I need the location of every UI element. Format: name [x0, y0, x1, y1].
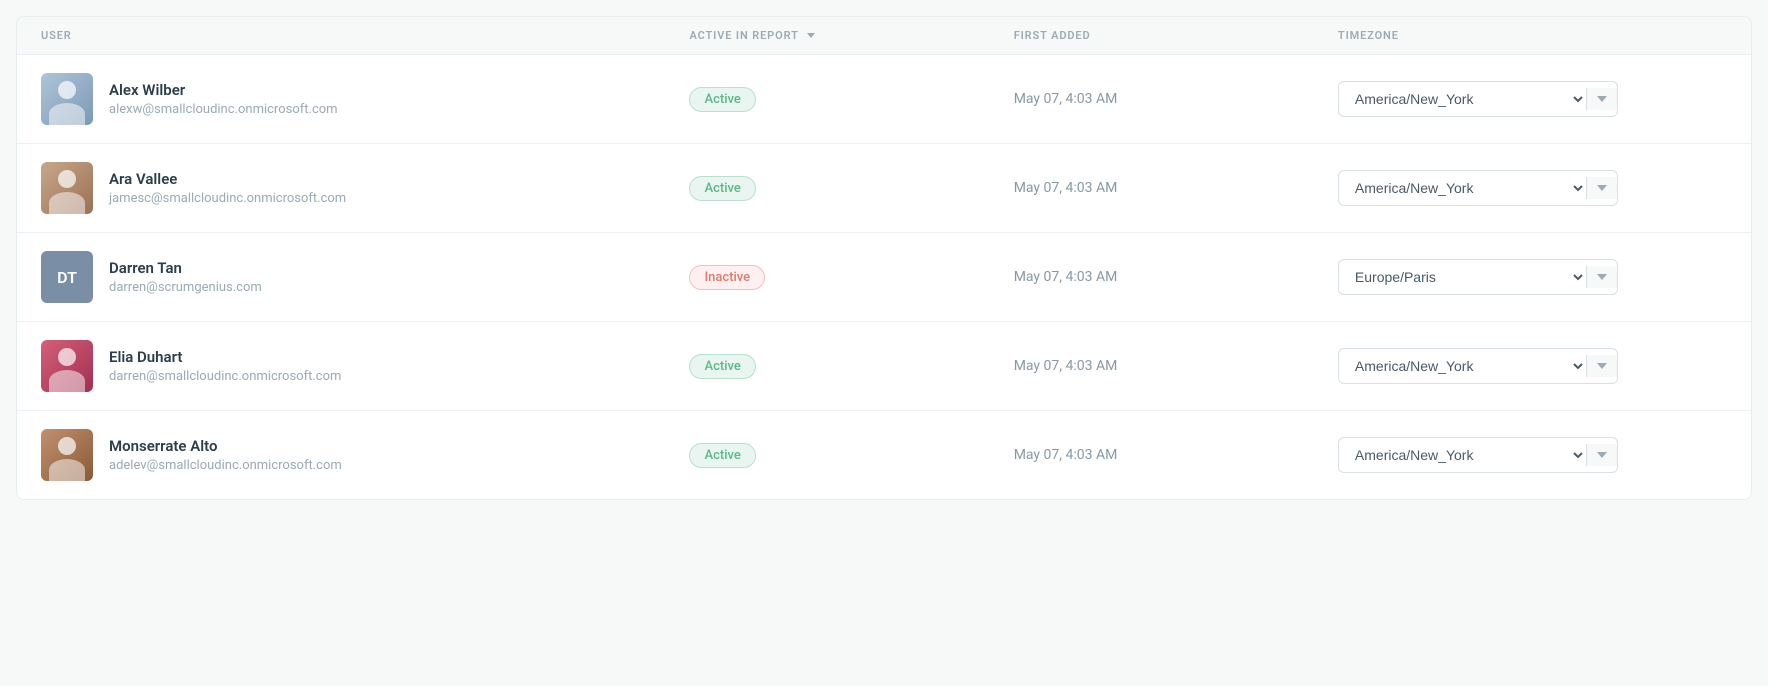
- timezone-select[interactable]: America/New_YorkAmerica/ChicagoAmerica/D…: [1339, 171, 1586, 205]
- first-added-cell: May 07, 4:03 AM: [1014, 358, 1338, 374]
- user-email: adelev@smallcloudinc.onmicrosoft.com: [109, 458, 342, 473]
- timezone-select[interactable]: America/New_YorkAmerica/ChicagoAmerica/D…: [1339, 438, 1586, 472]
- timezone-cell: America/New_YorkAmerica/ChicagoAmerica/D…: [1338, 259, 1727, 295]
- timezone-dropdown-button[interactable]: [1586, 177, 1617, 199]
- user-cell: Elia Duhart darren@smallcloudinc.onmicro…: [41, 340, 689, 392]
- status-badge: Active: [689, 443, 755, 468]
- avatar: [41, 162, 93, 214]
- status-badge: Active: [689, 176, 755, 201]
- first-added-cell: May 07, 4:03 AM: [1014, 447, 1338, 463]
- header-timezone: TIMEZONE: [1338, 29, 1727, 42]
- first-added-cell: May 07, 4:03 AM: [1014, 91, 1338, 107]
- timezone-select-wrap: America/New_YorkAmerica/ChicagoAmerica/D…: [1338, 259, 1618, 295]
- timezone-cell: America/New_YorkAmerica/ChicagoAmerica/D…: [1338, 348, 1727, 384]
- sort-icon: [807, 33, 815, 38]
- timezone-dropdown-button[interactable]: [1586, 444, 1617, 466]
- timezone-select[interactable]: America/New_YorkAmerica/ChicagoAmerica/D…: [1339, 349, 1586, 383]
- timezone-select-wrap: America/New_YorkAmerica/ChicagoAmerica/D…: [1338, 437, 1618, 473]
- chevron-down-icon: [1597, 452, 1607, 458]
- user-info: Ara Vallee jamesc@smallcloudinc.onmicros…: [109, 170, 346, 206]
- user-info: Monserrate Alto adelev@smallcloudinc.onm…: [109, 437, 342, 473]
- user-name: Ara Vallee: [109, 170, 346, 188]
- timezone-cell: America/New_YorkAmerica/ChicagoAmerica/D…: [1338, 437, 1727, 473]
- timezone-select-wrap: America/New_YorkAmerica/ChicagoAmerica/D…: [1338, 81, 1618, 117]
- table-body: Alex Wilber alexw@smallcloudinc.onmicros…: [17, 55, 1751, 499]
- user-email: darren@scrumgenius.com: [109, 280, 262, 295]
- timezone-select[interactable]: America/New_YorkAmerica/ChicagoAmerica/D…: [1339, 82, 1586, 116]
- status-cell: Inactive: [689, 265, 1013, 290]
- timezone-dropdown-button[interactable]: [1586, 88, 1617, 110]
- table-row: Elia Duhart darren@smallcloudinc.onmicro…: [17, 322, 1751, 411]
- user-name: Elia Duhart: [109, 348, 341, 366]
- user-cell: DT Darren Tan darren@scrumgenius.com: [41, 251, 689, 303]
- header-active-in-report[interactable]: ACTIVE IN REPORT: [689, 29, 1013, 42]
- timezone-cell: America/New_YorkAmerica/ChicagoAmerica/D…: [1338, 170, 1727, 206]
- status-cell: Active: [689, 176, 1013, 201]
- user-cell: Alex Wilber alexw@smallcloudinc.onmicros…: [41, 73, 689, 125]
- avatar: [41, 429, 93, 481]
- timezone-select[interactable]: America/New_YorkAmerica/ChicagoAmerica/D…: [1339, 260, 1586, 294]
- table-header: USER ACTIVE IN REPORT FIRST ADDED TIMEZO…: [17, 17, 1751, 55]
- user-info: Darren Tan darren@scrumgenius.com: [109, 259, 262, 295]
- status-cell: Active: [689, 354, 1013, 379]
- user-info: Elia Duhart darren@smallcloudinc.onmicro…: [109, 348, 341, 384]
- user-name: Darren Tan: [109, 259, 262, 277]
- user-name: Alex Wilber: [109, 81, 338, 99]
- timezone-dropdown-button[interactable]: [1586, 266, 1617, 288]
- status-badge: Active: [689, 87, 755, 112]
- avatar: DT: [41, 251, 93, 303]
- chevron-down-icon: [1597, 185, 1607, 191]
- first-added-cell: May 07, 4:03 AM: [1014, 180, 1338, 196]
- user-cell: Ara Vallee jamesc@smallcloudinc.onmicros…: [41, 162, 689, 214]
- status-badge: Active: [689, 354, 755, 379]
- chevron-down-icon: [1597, 274, 1607, 280]
- header-first-added: FIRST ADDED: [1014, 29, 1338, 42]
- avatar: [41, 340, 93, 392]
- table-row: Ara Vallee jamesc@smallcloudinc.onmicros…: [17, 144, 1751, 233]
- users-table: USER ACTIVE IN REPORT FIRST ADDED TIMEZO…: [16, 16, 1752, 500]
- user-name: Monserrate Alto: [109, 437, 342, 455]
- chevron-down-icon: [1597, 96, 1607, 102]
- timezone-select-wrap: America/New_YorkAmerica/ChicagoAmerica/D…: [1338, 348, 1618, 384]
- status-cell: Active: [689, 443, 1013, 468]
- avatar: [41, 73, 93, 125]
- chevron-down-icon: [1597, 363, 1607, 369]
- table-row: Alex Wilber alexw@smallcloudinc.onmicros…: [17, 55, 1751, 144]
- timezone-cell: America/New_YorkAmerica/ChicagoAmerica/D…: [1338, 81, 1727, 117]
- user-cell: Monserrate Alto adelev@smallcloudinc.onm…: [41, 429, 689, 481]
- status-cell: Active: [689, 87, 1013, 112]
- first-added-cell: May 07, 4:03 AM: [1014, 269, 1338, 285]
- table-row: DT Darren Tan darren@scrumgenius.com Ina…: [17, 233, 1751, 322]
- user-info: Alex Wilber alexw@smallcloudinc.onmicros…: [109, 81, 338, 117]
- status-badge: Inactive: [689, 265, 765, 290]
- user-email: darren@smallcloudinc.onmicrosoft.com: [109, 369, 341, 384]
- user-email: jamesc@smallcloudinc.onmicrosoft.com: [109, 191, 346, 206]
- timezone-dropdown-button[interactable]: [1586, 355, 1617, 377]
- table-row: Monserrate Alto adelev@smallcloudinc.onm…: [17, 411, 1751, 499]
- timezone-select-wrap: America/New_YorkAmerica/ChicagoAmerica/D…: [1338, 170, 1618, 206]
- header-user: USER: [41, 29, 689, 42]
- user-email: alexw@smallcloudinc.onmicrosoft.com: [109, 102, 338, 117]
